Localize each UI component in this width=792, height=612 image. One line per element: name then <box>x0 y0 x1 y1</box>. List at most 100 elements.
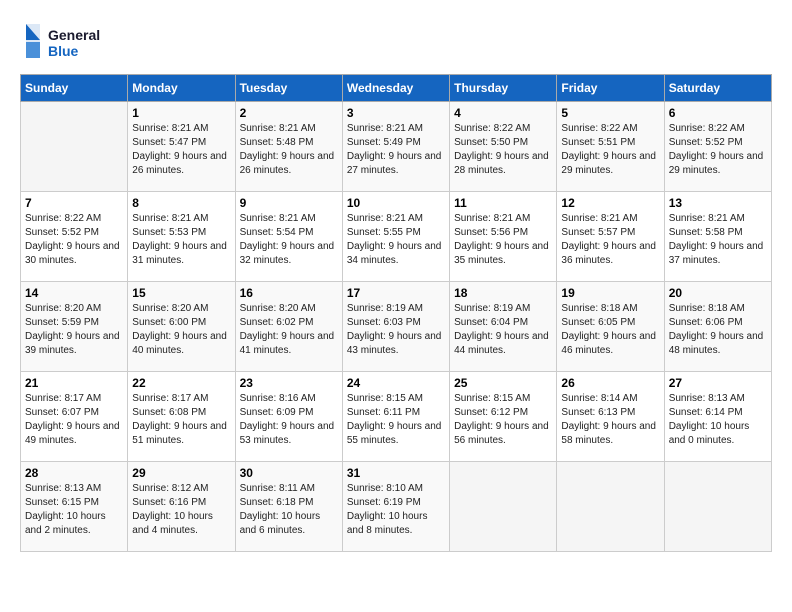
page-header: General Blue <box>20 20 772 64</box>
day-info: Sunrise: 8:16 AMSunset: 6:09 PMDaylight:… <box>240 392 338 448</box>
day-info: Sunrise: 8:17 AMSunset: 6:07 PMDaylight:… <box>25 392 123 448</box>
day-number: 8 <box>132 196 230 210</box>
day-info: Sunrise: 8:17 AMSunset: 6:08 PMDaylight:… <box>132 392 230 448</box>
day-number: 17 <box>347 286 445 300</box>
calendar-week-row: 28Sunrise: 8:13 AMSunset: 6:15 PMDayligh… <box>21 462 772 552</box>
day-info: Sunrise: 8:21 AMSunset: 5:49 PMDaylight:… <box>347 122 445 178</box>
weekday-header-wednesday: Wednesday <box>342 75 449 102</box>
calendar-cell: 31Sunrise: 8:10 AMSunset: 6:19 PMDayligh… <box>342 462 449 552</box>
day-number: 29 <box>132 466 230 480</box>
day-number: 13 <box>669 196 767 210</box>
calendar-cell: 3 Sunrise: 8:21 AMSunset: 5:49 PMDaylight… <box>342 102 449 192</box>
calendar-cell: 13 Sunrise: 8:21 AMSunset: 5:58 PMDayligh… <box>664 192 771 282</box>
day-number: 28 <box>25 466 123 480</box>
day-info: Sunrise: 8:18 AMSunset: 6:05 PMDaylight:… <box>561 302 659 358</box>
logo: General Blue <box>20 20 110 64</box>
day-info: Sunrise: 8:21 AMSunset: 5:47 PMDaylight:… <box>132 122 230 178</box>
calendar-week-row: 1 Sunrise: 8:21 AMSunset: 5:47 PMDaylight… <box>21 102 772 192</box>
day-number: 10 <box>347 196 445 210</box>
calendar-cell: 9Sunrise: 8:21 AMSunset: 5:54 PMDaylight… <box>235 192 342 282</box>
day-number: 3 <box>347 106 445 120</box>
calendar-cell <box>664 462 771 552</box>
calendar-week-row: 14 Sunrise: 8:20 AMSunset: 5:59 PMDayligh… <box>21 282 772 372</box>
day-info: Sunrise: 8:21 AMSunset: 5:48 PMDaylight:… <box>240 122 338 178</box>
day-info: Sunrise: 8:12 AMSunset: 6:16 PMDaylight:… <box>132 482 230 538</box>
day-number: 5 <box>561 106 659 120</box>
day-info: Sunrise: 8:18 AMSunset: 6:06 PMDaylight:… <box>669 302 767 358</box>
day-info: Sunrise: 8:21 AMSunset: 5:55 PMDaylight:… <box>347 212 445 268</box>
calendar-cell <box>450 462 557 552</box>
calendar-cell: 8 Sunrise: 8:21 AMSunset: 5:53 PMDaylight… <box>128 192 235 282</box>
weekday-header-sunday: Sunday <box>21 75 128 102</box>
calendar-cell <box>557 462 664 552</box>
calendar-cell: 29 Sunrise: 8:12 AMSunset: 6:16 PMDayligh… <box>128 462 235 552</box>
day-info: Sunrise: 8:11 AMSunset: 6:18 PMDaylight:… <box>240 482 338 538</box>
day-info: Sunrise: 8:21 AMSunset: 5:56 PMDaylight:… <box>454 212 552 268</box>
day-info: Sunrise: 8:22 AMSunset: 5:50 PMDaylight:… <box>454 122 552 178</box>
day-number: 25 <box>454 376 552 390</box>
svg-text:Blue: Blue <box>48 43 79 59</box>
day-info: Sunrise: 8:14 AMSunset: 6:13 PMDaylight:… <box>561 392 659 448</box>
day-number: 12 <box>561 196 659 210</box>
day-info: Sunrise: 8:13 AMSunset: 6:14 PMDaylight:… <box>669 392 767 448</box>
day-info: Sunrise: 8:21 AMSunset: 5:53 PMDaylight:… <box>132 212 230 268</box>
day-number: 20 <box>669 286 767 300</box>
day-number: 26 <box>561 376 659 390</box>
calendar-cell: 12Sunrise: 8:21 AMSunset: 5:57 PMDayligh… <box>557 192 664 282</box>
generalblue-logo: General Blue <box>20 20 110 64</box>
svg-text:General: General <box>48 27 100 43</box>
calendar-cell: 21 Sunrise: 8:17 AMSunset: 6:07 PMDayligh… <box>21 372 128 462</box>
calendar-cell: 22 Sunrise: 8:17 AMSunset: 6:08 PMDayligh… <box>128 372 235 462</box>
day-number: 30 <box>240 466 338 480</box>
day-info: Sunrise: 8:15 AMSunset: 6:12 PMDaylight:… <box>454 392 552 448</box>
day-info: Sunrise: 8:21 AMSunset: 5:58 PMDaylight:… <box>669 212 767 268</box>
day-number: 18 <box>454 286 552 300</box>
calendar-header-row: SundayMondayTuesdayWednesdayThursdayFrid… <box>21 75 772 102</box>
calendar-cell: 6 Sunrise: 8:22 AMSunset: 5:52 PMDaylight… <box>664 102 771 192</box>
calendar-cell <box>21 102 128 192</box>
calendar-cell: 18 Sunrise: 8:19 AMSunset: 6:04 PMDayligh… <box>450 282 557 372</box>
day-info: Sunrise: 8:22 AMSunset: 5:52 PMDaylight:… <box>669 122 767 178</box>
day-number: 14 <box>25 286 123 300</box>
calendar-cell: 7 Sunrise: 8:22 AMSunset: 5:52 PMDaylight… <box>21 192 128 282</box>
day-number: 27 <box>669 376 767 390</box>
day-number: 15 <box>132 286 230 300</box>
calendar-cell: 1 Sunrise: 8:21 AMSunset: 5:47 PMDaylight… <box>128 102 235 192</box>
day-number: 7 <box>25 196 123 210</box>
calendar-cell: 25 Sunrise: 8:15 AMSunset: 6:12 PMDayligh… <box>450 372 557 462</box>
day-number: 22 <box>132 376 230 390</box>
weekday-header-friday: Friday <box>557 75 664 102</box>
day-number: 2 <box>240 106 338 120</box>
day-info: Sunrise: 8:19 AMSunset: 6:03 PMDaylight:… <box>347 302 445 358</box>
day-number: 23 <box>240 376 338 390</box>
calendar-cell: 15 Sunrise: 8:20 AMSunset: 6:00 PMDayligh… <box>128 282 235 372</box>
calendar-cell: 4 Sunrise: 8:22 AMSunset: 5:50 PMDaylight… <box>450 102 557 192</box>
calendar-cell: 17 Sunrise: 8:19 AMSunset: 6:03 PMDayligh… <box>342 282 449 372</box>
day-number: 11 <box>454 196 552 210</box>
day-info: Sunrise: 8:20 AMSunset: 5:59 PMDaylight:… <box>25 302 123 358</box>
calendar-week-row: 21 Sunrise: 8:17 AMSunset: 6:07 PMDayligh… <box>21 372 772 462</box>
day-info: Sunrise: 8:21 AMSunset: 5:54 PMDaylight:… <box>240 212 338 268</box>
calendar-week-row: 7 Sunrise: 8:22 AMSunset: 5:52 PMDaylight… <box>21 192 772 282</box>
weekday-header-monday: Monday <box>128 75 235 102</box>
day-info: Sunrise: 8:22 AMSunset: 5:51 PMDaylight:… <box>561 122 659 178</box>
day-number: 6 <box>669 106 767 120</box>
weekday-header-tuesday: Tuesday <box>235 75 342 102</box>
day-number: 1 <box>132 106 230 120</box>
weekday-header-thursday: Thursday <box>450 75 557 102</box>
day-info: Sunrise: 8:20 AMSunset: 6:00 PMDaylight:… <box>132 302 230 358</box>
day-info: Sunrise: 8:19 AMSunset: 6:04 PMDaylight:… <box>454 302 552 358</box>
calendar-cell: 10 Sunrise: 8:21 AMSunset: 5:55 PMDayligh… <box>342 192 449 282</box>
day-number: 4 <box>454 106 552 120</box>
day-info: Sunrise: 8:10 AMSunset: 6:19 PMDaylight:… <box>347 482 445 538</box>
day-number: 24 <box>347 376 445 390</box>
calendar-cell: 11 Sunrise: 8:21 AMSunset: 5:56 PMDayligh… <box>450 192 557 282</box>
calendar-cell: 5 Sunrise: 8:22 AMSunset: 5:51 PMDaylight… <box>557 102 664 192</box>
calendar-cell: 20 Sunrise: 8:18 AMSunset: 6:06 PMDayligh… <box>664 282 771 372</box>
day-info: Sunrise: 8:20 AMSunset: 6:02 PMDaylight:… <box>240 302 338 358</box>
day-info: Sunrise: 8:22 AMSunset: 5:52 PMDaylight:… <box>25 212 123 268</box>
day-number: 21 <box>25 376 123 390</box>
calendar-cell: 2 Sunrise: 8:21 AMSunset: 5:48 PMDaylight… <box>235 102 342 192</box>
calendar-cell: 24Sunrise: 8:15 AMSunset: 6:11 PMDayligh… <box>342 372 449 462</box>
calendar-cell: 19Sunrise: 8:18 AMSunset: 6:05 PMDayligh… <box>557 282 664 372</box>
